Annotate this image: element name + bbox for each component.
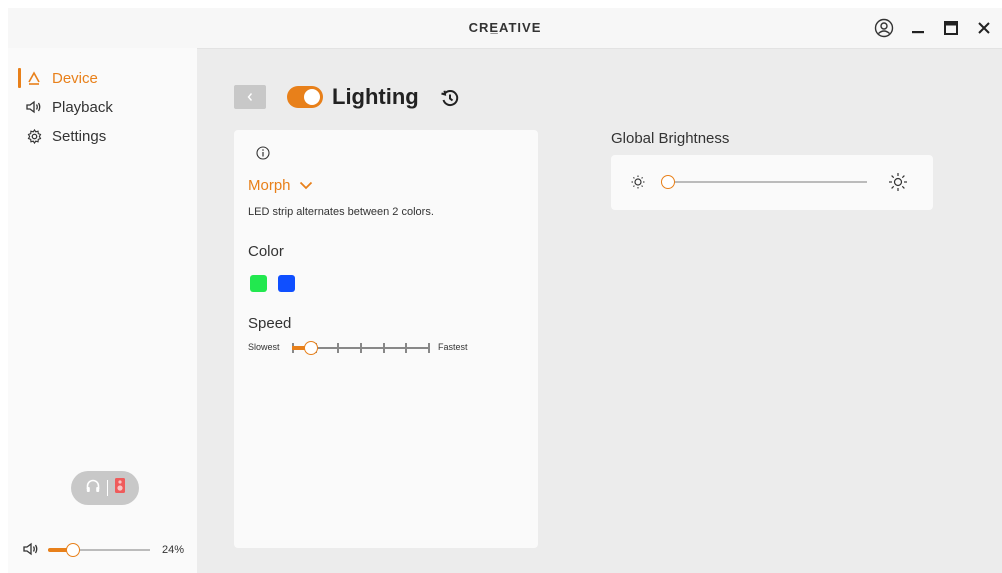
back-button[interactable] xyxy=(234,85,266,109)
brightness-label: Global Brightness xyxy=(611,130,730,147)
device-icon xyxy=(26,70,42,86)
reset-icon[interactable] xyxy=(439,87,461,109)
brightness-knob[interactable] xyxy=(661,175,675,189)
sidebar-item-label: Device xyxy=(52,69,98,87)
speed-min-label: Slowest xyxy=(248,342,280,352)
chevron-down-icon xyxy=(299,181,312,190)
brightness-card xyxy=(611,155,933,210)
speed-slider[interactable] xyxy=(292,340,432,356)
speed-label: Speed xyxy=(248,315,292,332)
minimize-icon[interactable] xyxy=(906,16,930,40)
brightness-track xyxy=(661,181,867,183)
brightness-low-icon xyxy=(630,174,646,195)
close-icon[interactable] xyxy=(972,16,996,40)
toggle-knob xyxy=(304,89,320,105)
sidebar-item-settings[interactable]: Settings xyxy=(8,125,197,147)
volume-icon xyxy=(23,542,39,561)
volume-value: 24% xyxy=(162,544,185,556)
chevron-left-icon xyxy=(247,93,253,101)
mode-dropdown[interactable]: Morph xyxy=(248,177,313,194)
sidebar-item-device[interactable]: Device xyxy=(8,67,197,89)
output-device-toggle[interactable] xyxy=(71,471,139,505)
account-icon[interactable] xyxy=(872,16,896,40)
title-bar: CRE̲ATIVE xyxy=(8,8,1002,49)
volume-slider[interactable] xyxy=(48,543,150,557)
app-window: CRE̲ATIVE Device Playback Settings 24% L… xyxy=(8,8,1002,573)
brightness-slider[interactable] xyxy=(661,175,867,189)
speed-tick[interactable] xyxy=(337,343,339,353)
color-label: Color xyxy=(248,243,284,260)
brightness-high-icon xyxy=(888,172,908,197)
speed-max-label: Fastest xyxy=(438,342,468,352)
divider xyxy=(106,480,108,496)
color-swatch-2[interactable] xyxy=(278,275,295,292)
speaker-box-icon[interactable] xyxy=(114,477,126,499)
page-title: Lighting xyxy=(332,84,419,109)
speed-tick[interactable] xyxy=(360,343,362,353)
maximize-icon[interactable] xyxy=(939,16,963,40)
volume-knob[interactable] xyxy=(66,543,80,557)
gear-icon xyxy=(26,128,42,144)
volume-control: 24% xyxy=(8,538,197,562)
speed-tick[interactable] xyxy=(405,343,407,353)
speaker-icon xyxy=(26,99,42,115)
sidebar-item-playback[interactable]: Playback xyxy=(8,96,197,118)
sidebar-item-label: Playback xyxy=(52,98,113,116)
lighting-card: Morph LED strip alternates between 2 col… xyxy=(234,130,538,548)
sidebar: Device Playback Settings 24% xyxy=(8,48,197,573)
headphones-icon[interactable] xyxy=(85,478,101,499)
mode-value: Morph xyxy=(248,177,291,194)
speed-tick[interactable] xyxy=(428,343,430,353)
mode-description: LED strip alternates between 2 colors. xyxy=(248,206,434,218)
brand-logo: CRE̲ATIVE xyxy=(468,20,542,35)
info-icon[interactable] xyxy=(256,146,270,165)
lighting-toggle[interactable] xyxy=(287,86,323,108)
speed-tick[interactable] xyxy=(383,343,385,353)
speed-knob[interactable] xyxy=(304,341,318,355)
active-indicator xyxy=(18,68,21,88)
sidebar-item-label: Settings xyxy=(52,127,107,145)
color-swatch-1[interactable] xyxy=(250,275,267,292)
